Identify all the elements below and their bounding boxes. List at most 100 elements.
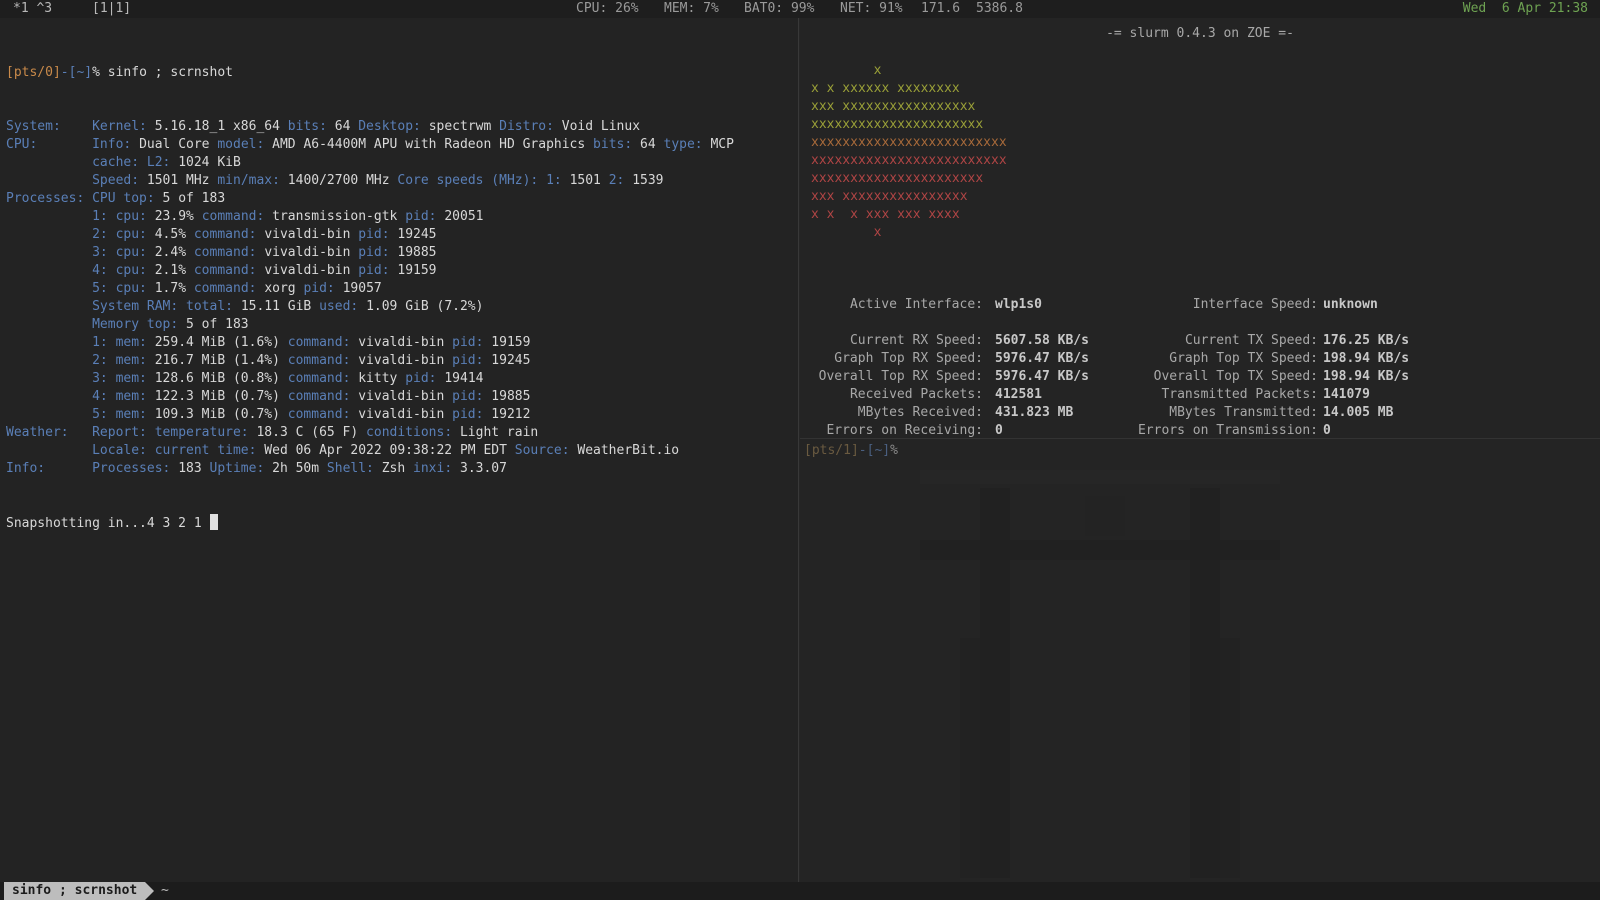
field-value: 128.6 MiB (0.8%) [154, 371, 288, 386]
field-value: 2.1% [154, 263, 194, 278]
field-value [6, 335, 92, 350]
field-label: model: [217, 137, 273, 152]
stat-label: Graph Top TX Speed: [1169, 351, 1318, 366]
torii-wallpaper [920, 470, 1280, 878]
field-label: pid: [303, 281, 343, 296]
graph-row: x x xxxxxx xxxxxxxx [811, 81, 960, 96]
field-value [6, 371, 92, 386]
net-stat: NET: 91% [840, 1, 903, 16]
field-label: Processes: [92, 461, 179, 476]
graph-row: xxxxxxxxxxxxxxxxxxxxxxxxx [811, 135, 1007, 150]
field-value [6, 443, 92, 458]
stat-value: 431.823 MB [995, 405, 1074, 420]
current-command-label[interactable]: sinfo ; scrnshot [4, 882, 146, 900]
field-value [6, 407, 92, 422]
field-value: 122.3 MiB (0.7%) [154, 389, 288, 404]
field-value: 1.7% [154, 281, 194, 296]
sinfo-line: 4: cpu: 2.1% command: vivaldi-bin pid: 1… [6, 262, 734, 280]
stat-label: Current TX Speed: [1184, 333, 1318, 348]
field-label: command: [287, 407, 359, 422]
field-label: Shell: [326, 461, 382, 476]
field-value: 5 of 183 [162, 191, 226, 206]
graph-row: xxxxxxxxxxxxxxxxxxxxxx [811, 117, 984, 132]
stat-row: Received Packets: 412581 Transmitted Packe… [800, 386, 1600, 404]
field-value: 19414 [444, 371, 484, 386]
stat-row: Graph Top RX Speed: 5976.47 KB/s Graph Top… [800, 350, 1600, 368]
field-label: bits: [287, 119, 335, 134]
sinfo-line: 2: cpu: 4.5% command: vivaldi-bin pid: 1… [6, 226, 734, 244]
field-value: 23.9% [154, 209, 202, 224]
field-value [6, 245, 92, 260]
stat-value: 14.005 MB [1323, 405, 1394, 420]
field-label: total: [186, 299, 241, 314]
field-label: pid: [405, 209, 445, 224]
clock: Wed 6 Apr 21:38 [1462, 1, 1588, 16]
field-value [6, 209, 92, 224]
stat-value: wlp1s0 [995, 297, 1042, 312]
field-label: bits: [593, 137, 641, 152]
sinfo-line: 5: cpu: 1.7% command: xorg pid: 19057 [6, 280, 734, 298]
stat-row: MBytes Received: 431.823 MB MBytes Transmi… [800, 404, 1600, 422]
field-label: pid: [358, 245, 398, 260]
field-label: command: [193, 281, 265, 296]
field-label: pid: [452, 389, 492, 404]
field-value: vivaldi-bin [358, 335, 453, 350]
sinfo-line: Info: Processes: 183 Uptime: 2h 50m Shel… [6, 460, 734, 478]
sinfo-output: System: Kernel: 5.16.18_1 x86_64 bits: 6… [6, 118, 734, 478]
field-value: 109.3 MiB (0.7%) [154, 407, 288, 422]
field-value [6, 263, 92, 278]
shell-prompt: [pts/0]-[~]% sinfo ; scrnshot [6, 64, 734, 82]
field-label: mem: [115, 371, 155, 386]
shell-prompt-right[interactable]: [pts/1]-[~]% [804, 443, 898, 458]
field-value: MCP [710, 137, 734, 152]
sinfo-line: 2: mem: 216.7 MiB (1.4%) command: vivald… [6, 352, 734, 370]
graph-row: x [811, 63, 882, 78]
stat-label: Interface Speed: [1192, 297, 1318, 312]
terminal-pane-left[interactable]: [pts/0]-[~]% sinfo ; scrnshot System: Ke… [0, 18, 799, 882]
field-label: Memory top: [92, 317, 187, 332]
field-label: 5: [92, 407, 116, 422]
network-stats: Active Interface: wlp1s0 Interface Speed: u… [800, 296, 1600, 440]
stat-row: Current RX Speed: 5607.58 KB/s Current TX … [800, 332, 1600, 350]
field-value [6, 281, 92, 296]
prompt-symbol: % [890, 443, 898, 458]
field-label: Speed: [92, 173, 147, 188]
field-label: 2: [608, 173, 633, 188]
field-value: 1024 KiB [178, 155, 241, 170]
field-value: 64 [334, 119, 359, 134]
field-value: spectrwm [428, 119, 500, 134]
graph-row: xxxxxxxxxxxxxxxxxxxxxx [811, 171, 984, 186]
snapshot-countdown: Snapshotting in...4 3 2 1 [6, 516, 210, 531]
mem-stat: MEM: 7% [664, 1, 719, 16]
sinfo-line: 4: mem: 122.3 MiB (0.7%) command: vivald… [6, 388, 734, 406]
stat-label: MBytes Transmitted: [1169, 405, 1318, 420]
field-value: 3.3.07 [460, 461, 507, 476]
field-value: vivaldi-bin [264, 263, 359, 278]
field-label: CPU top: [92, 191, 163, 206]
layout-indicator[interactable]: [1|1] [92, 0, 131, 18]
sinfo-line: 3: mem: 128.6 MiB (0.8%) command: kitty … [6, 370, 734, 388]
sinfo-line: Locale: current time: Wed 06 Apr 2022 09… [6, 442, 734, 460]
field-label: 3: [92, 371, 116, 386]
snapshot-line: Snapshotting in...4 3 2 1 [6, 514, 734, 532]
workspace-indicator[interactable]: *1 ^3 [13, 0, 52, 18]
field-label: command: [193, 227, 265, 242]
field-label: command: [287, 371, 359, 386]
field-label: cache: [92, 155, 147, 170]
field-label: 1: [92, 209, 116, 224]
net-rx-rate: 171.6 [921, 1, 961, 16]
field-label: cpu: [115, 245, 155, 260]
stat-value: 412581 [995, 387, 1042, 402]
field-value: xorg [264, 281, 304, 296]
field-value: 19159 [491, 335, 531, 350]
field-label: CPU: [6, 137, 93, 152]
field-label: Uptime: [209, 461, 273, 476]
field-label: pid: [452, 353, 492, 368]
sinfo-line: cache: L2: 1024 KiB [6, 154, 734, 172]
field-value: 19212 [491, 407, 531, 422]
field-label: 3: [92, 245, 116, 260]
field-value: vivaldi-bin [264, 227, 359, 242]
field-value: 2h 50m [272, 461, 327, 476]
pane-divider[interactable] [800, 438, 1600, 439]
terminal-pane-right[interactable]: -= slurm 0.4.3 on ZOE =- x x x xxxxxx xxx… [800, 18, 1600, 882]
